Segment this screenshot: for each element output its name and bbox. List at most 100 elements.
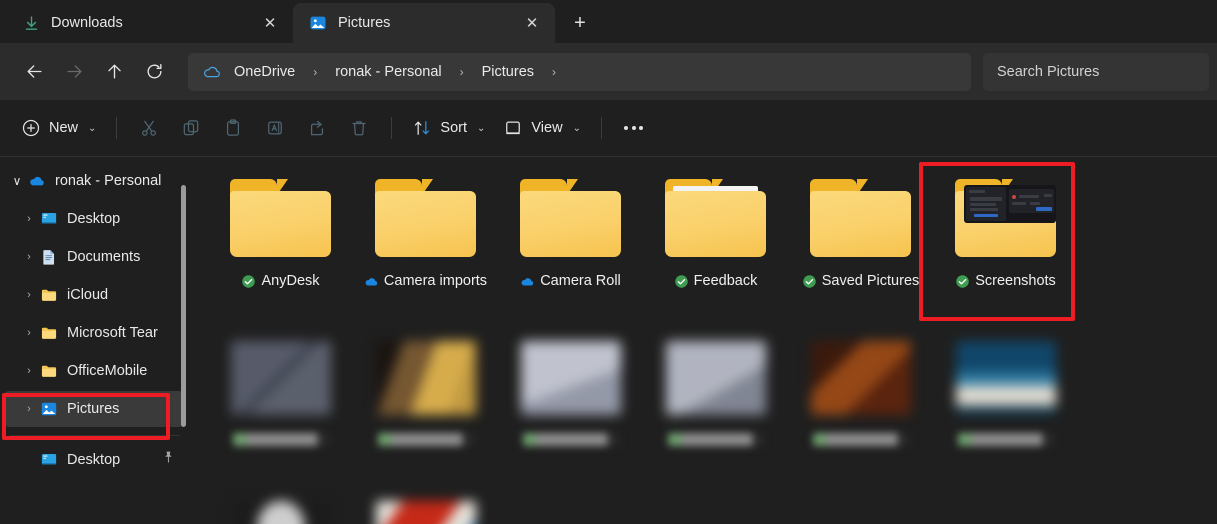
chevron-right-icon[interactable]: ›	[538, 65, 570, 79]
redacted-thumbnail	[810, 341, 911, 415]
sidebar-item-label: Microsoft Tear	[67, 325, 158, 341]
refresh-button[interactable]	[134, 54, 174, 90]
chevron-right-icon[interactable]: ›	[299, 65, 331, 79]
view-button-label: View	[531, 120, 563, 136]
item-name: Saved Pictures	[821, 273, 920, 289]
list-item[interactable]	[643, 329, 788, 489]
new-tab-button[interactable]: +	[563, 6, 597, 40]
sidebar-item-label: Desktop	[67, 211, 121, 227]
documents-icon	[40, 248, 58, 266]
folder-screenshots[interactable]: Screenshots	[933, 169, 1078, 329]
paste-button[interactable]	[212, 110, 254, 146]
desktop-icon	[40, 210, 58, 228]
paste-icon	[227, 119, 240, 136]
sidebar-item-label: OfficeMobile	[67, 363, 148, 379]
breadcrumb-segment-pictures[interactable]: Pictures	[478, 61, 538, 83]
image-thumbnail	[374, 337, 478, 419]
view-button[interactable]: View ⌄	[494, 110, 590, 146]
item-caption: Screenshots	[938, 271, 1074, 294]
list-item[interactable]	[498, 329, 643, 489]
pictures-icon	[309, 14, 327, 32]
sidebar-item-officemobile[interactable]: › OfficeMobile	[4, 353, 184, 389]
search-input[interactable]: Search Pictures	[983, 52, 1209, 91]
list-item[interactable]	[208, 489, 353, 524]
sidebar-item-documents[interactable]: › Documents	[4, 239, 184, 275]
back-button[interactable]	[14, 54, 54, 90]
chevron-down-icon[interactable]: ⌄	[88, 123, 96, 134]
folder-preview-thumbnail	[964, 185, 1056, 223]
forward-button[interactable]	[54, 54, 94, 90]
close-icon[interactable]: ✕	[257, 10, 283, 36]
delete-button[interactable]	[338, 110, 380, 146]
up-button[interactable]	[94, 54, 134, 90]
folder-item[interactable]: Feedback	[643, 169, 788, 329]
see-more-button[interactable]	[613, 110, 655, 146]
folder-icon	[40, 324, 58, 342]
rename-icon	[268, 121, 283, 135]
list-item[interactable]	[208, 329, 353, 489]
cut-button[interactable]	[128, 110, 170, 146]
tab-pictures[interactable]: Pictures ✕	[293, 3, 555, 43]
sidebar-scrollbar[interactable]	[181, 185, 186, 427]
item-caption: Saved Pictures	[793, 271, 929, 294]
chevron-down-icon[interactable]: ∨	[6, 174, 28, 188]
breadcrumb[interactable]: OneDrive › ronak - Personal › Pictures ›	[188, 52, 971, 91]
sidebar-item-label: Documents	[67, 249, 141, 265]
folder-item[interactable]: AnyDesk	[208, 169, 353, 329]
copy-icon	[184, 120, 199, 136]
chevron-right-icon[interactable]: ›	[18, 213, 40, 225]
image-thumbnail	[519, 337, 623, 419]
sync-available-offline-icon	[955, 274, 970, 294]
redacted-thumbnail	[520, 341, 621, 415]
sync-available-offline-icon	[241, 274, 256, 294]
item-caption: Camera imports	[358, 271, 494, 294]
list-item[interactable]	[933, 329, 1078, 489]
sidebar-item-pictures[interactable]: › Pictures	[4, 391, 184, 427]
folder-icon	[230, 179, 331, 257]
share-icon	[311, 120, 324, 136]
sync-available-offline-icon	[674, 274, 689, 294]
sidebar-item-microsoft-teams[interactable]: › Microsoft Tear	[4, 315, 184, 351]
chevron-down-icon[interactable]: ⌄	[573, 123, 581, 134]
sidebar-item-ronak-personal[interactable]: ∨ ronak - Personal	[4, 163, 184, 199]
breadcrumb-segment-onedrive[interactable]: OneDrive	[230, 61, 299, 83]
folder-icon	[520, 179, 621, 257]
folder-thumbnail	[519, 177, 623, 259]
rename-button[interactable]	[254, 110, 296, 146]
item-name: AnyDesk	[261, 273, 320, 289]
sidebar-item-desktop[interactable]: › Desktop	[4, 201, 184, 237]
cut-icon	[142, 120, 157, 136]
redacted-caption	[232, 433, 329, 446]
folder-item[interactable]: Camera imports	[353, 169, 498, 329]
item-caption: Feedback	[648, 271, 784, 294]
pin-icon[interactable]	[156, 446, 184, 474]
chevron-right-icon[interactable]: ›	[18, 327, 40, 339]
tab-label: Pictures	[338, 15, 391, 31]
folder-thumbnail	[809, 177, 913, 259]
sidebar-item-desktop-pinned[interactable]: Desktop	[4, 442, 184, 478]
folder-icon	[40, 362, 58, 380]
copy-button[interactable]	[170, 110, 212, 146]
tab-downloads[interactable]: Downloads ✕	[6, 3, 293, 43]
close-icon[interactable]: ✕	[519, 10, 545, 36]
sort-button[interactable]: Sort ⌄	[403, 110, 494, 146]
list-item[interactable]	[353, 489, 498, 524]
folder-item[interactable]: Saved Pictures	[788, 169, 933, 329]
chevron-right-icon[interactable]: ›	[18, 251, 40, 263]
folder-item[interactable]: Camera Roll	[498, 169, 643, 329]
redacted-thumbnail	[230, 501, 331, 524]
list-item[interactable]	[788, 329, 933, 489]
sort-button-label: Sort	[440, 120, 467, 136]
breadcrumb-segment-ronak-personal[interactable]: ronak - Personal	[331, 61, 445, 83]
sidebar-item-icloud[interactable]: › iCloud	[4, 277, 184, 313]
list-item[interactable]	[353, 329, 498, 489]
ellipsis-dot	[624, 126, 629, 130]
new-button[interactable]: New ⌄	[12, 110, 105, 146]
chevron-right-icon[interactable]: ›	[446, 65, 478, 79]
chevron-right-icon[interactable]: ›	[18, 365, 40, 377]
folder-thumbnail	[664, 177, 768, 259]
chevron-down-icon[interactable]: ⌄	[477, 123, 485, 134]
share-button[interactable]	[296, 110, 338, 146]
chevron-right-icon[interactable]: ›	[18, 289, 40, 301]
chevron-right-icon[interactable]: ›	[18, 403, 40, 415]
